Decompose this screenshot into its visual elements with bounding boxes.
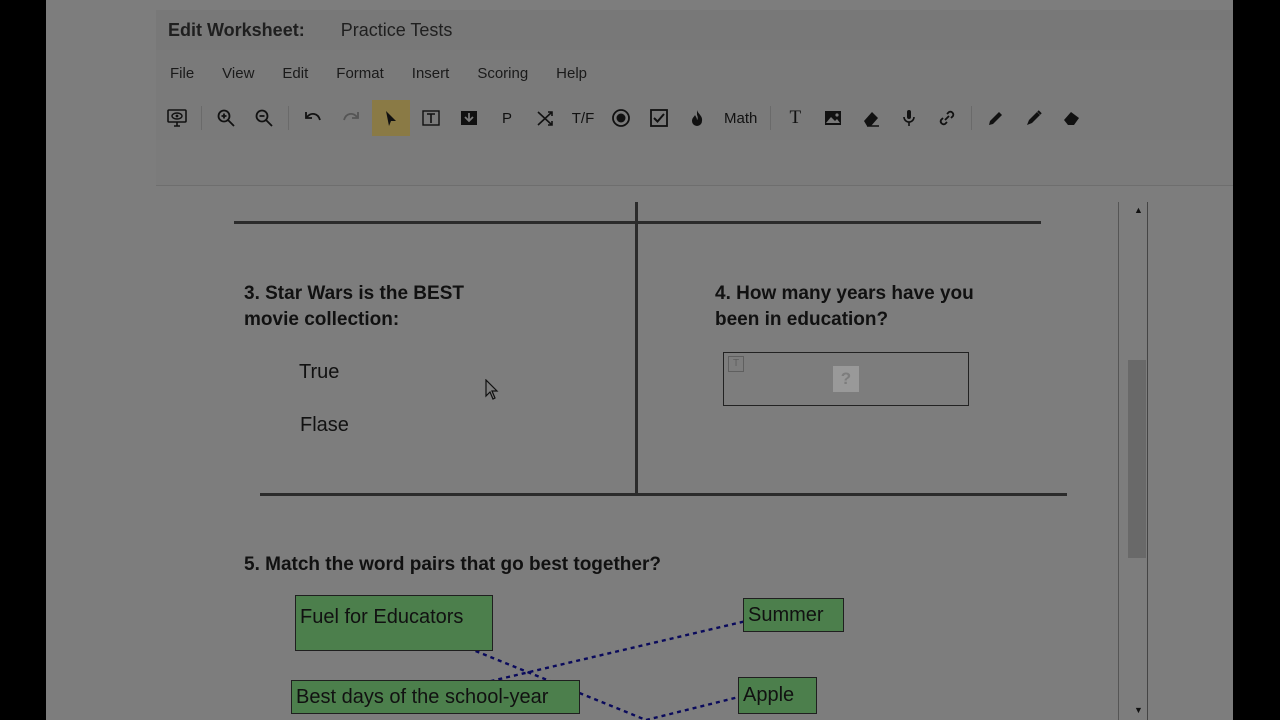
scroll-up-arrow-icon[interactable]: ▲ bbox=[1134, 205, 1143, 215]
menu-help[interactable]: Help bbox=[542, 65, 601, 82]
menu-file[interactable]: File bbox=[156, 65, 208, 82]
title-bar: Edit Worksheet: Practice Tests bbox=[156, 10, 1233, 50]
toolbar-divider bbox=[201, 106, 202, 130]
menu-scoring[interactable]: Scoring bbox=[463, 65, 542, 82]
match-connectors bbox=[393, 616, 760, 720]
match-left-1[interactable]: Fuel for Educators bbox=[295, 595, 493, 651]
match-right-2[interactable]: Apple bbox=[738, 677, 817, 714]
marker-icon[interactable] bbox=[1017, 100, 1051, 136]
vertical-scrollbar[interactable]: ▲ ▼ bbox=[1118, 202, 1148, 720]
download-box-icon[interactable] bbox=[452, 100, 486, 136]
worksheet-canvas[interactable]: 3. Star Wars is the BEST movie collectio… bbox=[46, 186, 1233, 720]
microphone-icon[interactable] bbox=[892, 100, 926, 136]
secondary-toolbar bbox=[156, 140, 1233, 186]
toolbar-divider bbox=[288, 106, 289, 130]
match-left-2[interactable]: Best days of the school-year bbox=[291, 680, 580, 714]
checkbox-icon[interactable] bbox=[642, 100, 676, 136]
preview-icon[interactable] bbox=[160, 100, 194, 136]
image-icon[interactable] bbox=[816, 100, 850, 136]
redo-icon[interactable] bbox=[334, 100, 368, 136]
pencil-icon[interactable] bbox=[979, 100, 1013, 136]
math-tool-label: Math bbox=[724, 109, 758, 127]
menu-insert[interactable]: Insert bbox=[398, 65, 464, 82]
menu-format[interactable]: Format bbox=[322, 65, 398, 82]
undo-icon[interactable] bbox=[296, 100, 330, 136]
worksheet-editor-window: Edit Worksheet: Practice Tests File View… bbox=[46, 0, 1233, 720]
mouse-cursor-icon bbox=[485, 379, 499, 400]
shuffle-icon[interactable] bbox=[528, 100, 562, 136]
scroll-thumb[interactable] bbox=[1128, 360, 1146, 558]
text-tool[interactable]: T bbox=[778, 100, 812, 136]
highlighter-eraser-icon[interactable] bbox=[1055, 100, 1089, 136]
match-right-1[interactable]: Summer bbox=[743, 598, 844, 632]
menu-bar: File View Edit Format Insert Scoring Hel… bbox=[156, 50, 1233, 96]
worksheet-name: Practice Tests bbox=[340, 19, 453, 40]
flame-icon[interactable] bbox=[680, 100, 714, 136]
select-arrow-icon[interactable] bbox=[372, 100, 410, 136]
page-title-label: Edit Worksheet: bbox=[168, 19, 305, 40]
scroll-down-arrow-icon[interactable]: ▼ bbox=[1134, 705, 1143, 715]
true-false-tool[interactable]: T/F bbox=[566, 100, 600, 136]
link-icon[interactable] bbox=[930, 100, 964, 136]
toolbar-divider bbox=[770, 106, 772, 130]
match-connector-line bbox=[645, 692, 752, 720]
true-false-tool-label: T/F bbox=[571, 109, 595, 127]
menu-edit[interactable]: Edit bbox=[268, 65, 322, 82]
eraser-icon[interactable] bbox=[854, 100, 888, 136]
radio-icon[interactable] bbox=[604, 100, 638, 136]
toolbar-divider bbox=[971, 106, 973, 130]
text-frame-icon[interactable] bbox=[414, 100, 448, 136]
math-tool[interactable]: Math bbox=[718, 100, 763, 136]
menu-view[interactable]: View bbox=[208, 65, 268, 82]
paragraph-tool-label: P bbox=[501, 109, 512, 127]
zoom-in-icon[interactable] bbox=[209, 100, 243, 136]
paragraph-tool[interactable]: P bbox=[490, 100, 524, 136]
zoom-out-icon[interactable] bbox=[247, 100, 281, 136]
text-tool-label: T bbox=[789, 107, 802, 128]
toolbar: P T/F Math T bbox=[156, 96, 1233, 140]
